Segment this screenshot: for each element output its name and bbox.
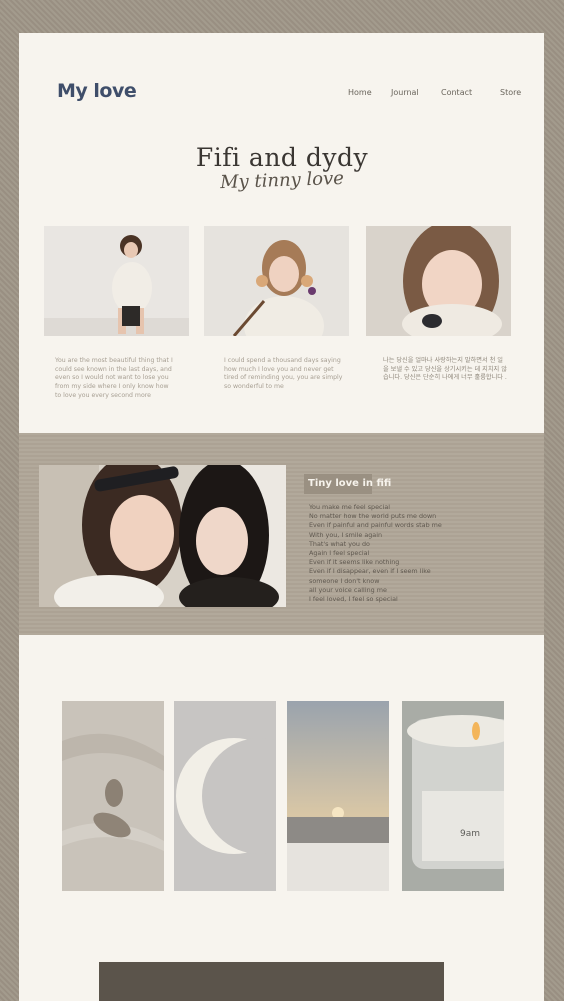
poem-line: Again I feel special	[309, 549, 370, 558]
nav-journal[interactable]: Journal	[391, 88, 419, 97]
poem-line: I feel loved, I feel so special	[309, 595, 398, 604]
caption-1: You are the most beautiful thing that I …	[55, 357, 173, 399]
sand-photo	[62, 701, 164, 891]
poem-line: Even if it seems like nothing	[309, 558, 400, 567]
caption-3: 나는 당신을 얼마나 사랑하는지 말하면서 천 일을 보낼 수 있고 당신을 상…	[383, 357, 507, 382]
candle-photo: 9am	[402, 701, 504, 891]
poem-line: With you, I smile again	[309, 530, 383, 539]
poem-line: You make me feel special	[309, 503, 391, 511]
nav-home[interactable]: Home	[348, 88, 372, 97]
site-logo[interactable]: My love	[57, 80, 137, 102]
portrait-photo-1	[44, 226, 189, 336]
sunset-photo	[287, 701, 389, 891]
feature-photo	[39, 465, 286, 607]
feature-poem: You make me feel special No matter how t…	[309, 503, 442, 604]
feature-heading: Tiny love in fifi	[308, 478, 392, 489]
bottom-photo-strip	[99, 962, 444, 1001]
poem-line: No matter how the world puts me down	[309, 512, 437, 521]
nav-store[interactable]: Store	[500, 88, 521, 97]
poem-line: That's what you do	[309, 539, 370, 548]
portrait-photo-3	[366, 226, 511, 336]
nav-contact[interactable]: Contact	[441, 88, 472, 97]
candle-label: 9am	[460, 829, 481, 839]
portrait-photo-2	[204, 226, 349, 336]
poem-line: Even if I disappear, even if I seem like	[309, 567, 431, 576]
poem-line: Even if painful and painful words stab m…	[309, 521, 442, 530]
poem-line: all your voice calling me	[309, 585, 387, 594]
poem-line: someone I don't know	[309, 576, 380, 585]
moon-photo	[174, 701, 276, 891]
caption-2: I could spend a thousand days saying how…	[224, 357, 343, 391]
